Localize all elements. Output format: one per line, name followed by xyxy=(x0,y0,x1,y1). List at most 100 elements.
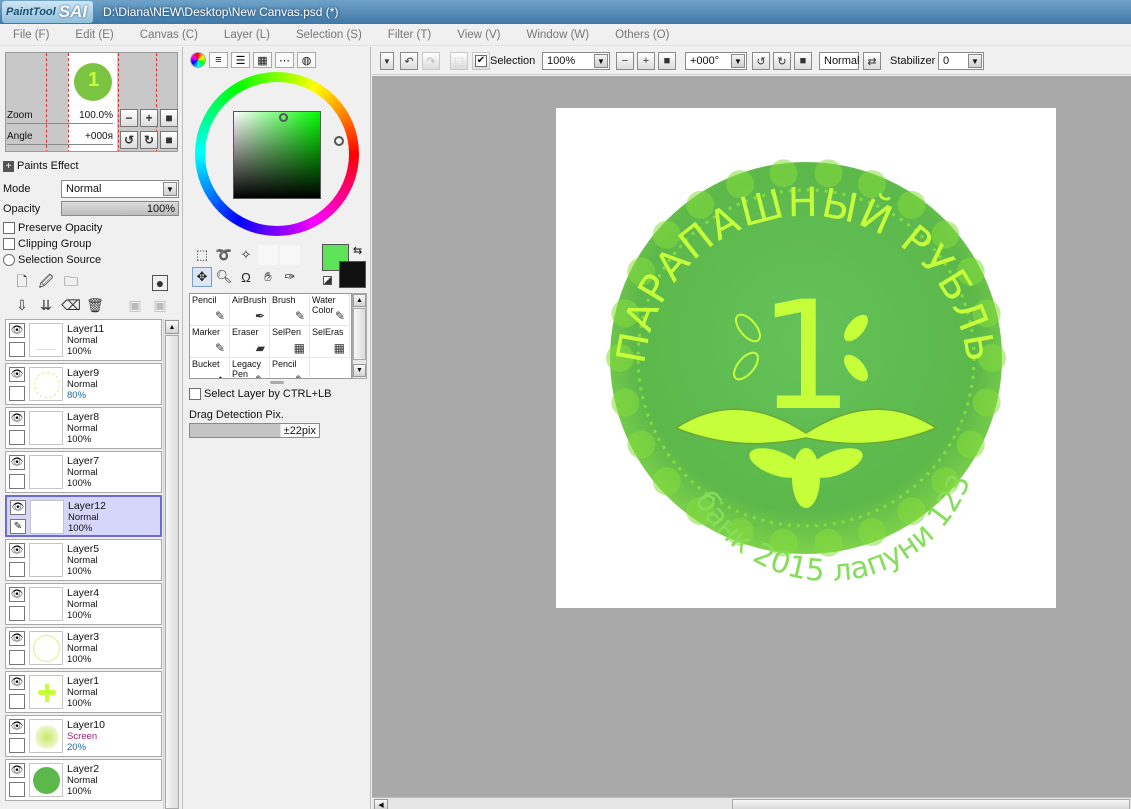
brush-slot[interactable]: Bucket ◆ xyxy=(190,358,230,378)
rotate-left-button[interactable]: ↺ xyxy=(120,131,138,149)
layer-list-scrollbar[interactable]: ▲ xyxy=(163,319,179,809)
zoom-reset-button[interactable]: ■ xyxy=(160,109,178,127)
brush-slot[interactable]: Eraser ▰ xyxy=(230,326,270,358)
layer-row[interactable]: 👁︎ Layer7 Normal 100% xyxy=(5,451,162,493)
scroll-thumb[interactable] xyxy=(732,799,1130,809)
panel-resize-grip[interactable] xyxy=(270,381,284,384)
rgb-slider-tab-icon[interactable]: ≡ xyxy=(209,52,228,68)
brush-slot[interactable]: Pencil ✎ xyxy=(190,294,230,326)
swap-colors-icon[interactable]: ⇆ xyxy=(353,244,362,257)
canvas-area[interactable]: ПАРАПАШНЫЙ РУБЛЬ 1 банк 2015 лапуни 123 xyxy=(372,76,1131,797)
menu-item-layer[interactable]: Layer (L) xyxy=(211,29,283,41)
layer-row[interactable]: 👁︎ Layer5 Normal 100% xyxy=(5,539,162,581)
opacity-slider[interactable]: 100% xyxy=(61,201,179,216)
lock-checkbox[interactable] xyxy=(9,694,25,709)
background-color-swatch[interactable] xyxy=(339,261,366,288)
zoom-slider[interactable]: Zoom 100.0% xyxy=(7,110,113,124)
swatches-tab-icon[interactable]: ▦ xyxy=(253,52,272,68)
clipping-group-row[interactable]: Clipping Group xyxy=(3,238,91,250)
transfer-down-icon[interactable]: ⇩ xyxy=(14,297,30,313)
preserve-opacity-row[interactable]: Preserve Opacity xyxy=(3,222,102,234)
hand-icon[interactable]: ✋︎ xyxy=(258,267,278,287)
angle-select[interactable]: +000° ▼ xyxy=(685,52,747,70)
brush-slot[interactable]: Brush ✎ xyxy=(270,294,310,326)
lock-checkbox[interactable] xyxy=(9,430,25,445)
selection-checkbox[interactable]: ✔ xyxy=(475,55,487,67)
lock-checkbox[interactable] xyxy=(9,738,25,753)
move-icon[interactable]: ✥ xyxy=(192,267,212,287)
rotate-reset-icon[interactable]: ■ xyxy=(794,52,812,70)
brush-slot[interactable]: SelPen ▦ xyxy=(270,326,310,358)
selection-source-radio[interactable] xyxy=(3,254,15,266)
menu-item-view[interactable]: View (V) xyxy=(444,29,513,41)
clear-layer-icon[interactable]: ⌫ xyxy=(61,297,81,313)
zoom-in-icon[interactable]: + xyxy=(637,52,655,70)
stabilizer-select[interactable]: 0 ▼ xyxy=(938,52,984,70)
zoom-out-button[interactable]: − xyxy=(120,109,138,127)
reset-colors-icon[interactable] xyxy=(323,276,332,285)
scroll-left-icon[interactable]: ◀ xyxy=(374,799,388,809)
layer-row[interactable]: 👁︎ Layer1 Normal 100% xyxy=(5,671,162,713)
eye-icon[interactable]: 👁︎ xyxy=(9,587,25,602)
eye-icon[interactable]: 👁︎ xyxy=(10,500,26,515)
brush-grid-scrollbar[interactable]: ▲ ▼ xyxy=(352,293,367,379)
rect-select-icon[interactable]: ⬚ xyxy=(192,245,212,265)
eye-icon[interactable]: 👁︎ xyxy=(9,367,25,382)
saturation-value-square[interactable] xyxy=(233,111,321,199)
undo-icon[interactable]: ↶ xyxy=(400,52,418,70)
zoom-in-button[interactable]: + xyxy=(140,109,158,127)
magic-wand-icon[interactable]: ✧ xyxy=(236,245,256,265)
menu-item-edit[interactable]: Edit (E) xyxy=(62,29,126,41)
layer-row[interactable]: 👁︎ Layer11 Normal 100% xyxy=(5,319,162,361)
hue-marker[interactable] xyxy=(334,136,344,146)
scroll-down-icon[interactable]: ▼ xyxy=(353,364,366,377)
rotate-right-button[interactable]: ↻ xyxy=(140,131,158,149)
clipping-group-checkbox[interactable] xyxy=(3,238,15,250)
zoom-out-icon[interactable]: − xyxy=(616,52,634,70)
angle-slider[interactable]: Angle +000я xyxy=(7,131,113,145)
eye-icon[interactable]: 👁︎ xyxy=(9,763,25,778)
scratchpad-tab-icon[interactable]: ◍ xyxy=(297,52,316,68)
lock-checkbox[interactable] xyxy=(9,562,25,577)
flip-horizontal-icon[interactable]: ⇄ xyxy=(863,52,881,70)
rotate-reset-button[interactable]: ■ xyxy=(160,131,178,149)
menu-item-file[interactable]: File (F) xyxy=(0,29,62,41)
layer-row[interactable]: 👁︎ Layer2 Normal 100% xyxy=(5,759,162,801)
scroll-thumb[interactable] xyxy=(353,308,366,360)
sv-marker[interactable] xyxy=(279,113,288,122)
layer-row[interactable]: 👁︎ Layer8 Normal 100% xyxy=(5,407,162,449)
layer-row[interactable]: 👁︎ Layer9 Normal 80% xyxy=(5,363,162,405)
canvas-page[interactable]: ПАРАПАШНЫЙ РУБЛЬ 1 банк 2015 лапуни 123 xyxy=(556,108,1056,608)
layer-mask-icon[interactable]: ● xyxy=(152,275,168,291)
zoom-reset-icon[interactable]: ■ xyxy=(658,52,676,70)
lock-checkbox[interactable] xyxy=(9,474,25,489)
layer-row[interactable]: 👁︎ Layer3 Normal 100% xyxy=(5,627,162,669)
select-layer-checkbox[interactable] xyxy=(189,388,201,400)
drag-detection-slider[interactable]: ±22pix xyxy=(189,423,320,438)
brush-slot[interactable]: SelEras ▦ xyxy=(310,326,350,358)
merge-down-icon[interactable]: ⇊ xyxy=(38,297,54,313)
paints-effect-header[interactable]: + Paints Effect xyxy=(3,160,79,172)
brush-slot[interactable]: Water Color ✎ xyxy=(310,294,350,326)
zoom-icon[interactable]: 🔍︎ xyxy=(214,267,234,287)
new-folder-icon[interactable]: 🗀 xyxy=(63,273,79,291)
rotate-cw-icon[interactable]: ↻ xyxy=(773,52,791,70)
rotate-ccw-icon[interactable]: ↺ xyxy=(752,52,770,70)
eyedropper-icon[interactable]: ✑ xyxy=(280,267,300,287)
lock-checkbox[interactable] xyxy=(9,650,25,665)
eye-icon[interactable]: 👁︎ xyxy=(9,631,25,646)
layer-row[interactable]: 👁︎ Layer10 Screen 20% xyxy=(5,715,162,757)
hsv-slider-tab-icon[interactable]: ☰ xyxy=(231,52,250,68)
lock-checkbox[interactable] xyxy=(9,386,25,401)
selection-toggle[interactable]: ✔ Selection xyxy=(475,55,535,67)
palette-tab-icon[interactable]: ⋯ xyxy=(275,52,294,68)
eye-icon[interactable]: 👁︎ xyxy=(9,323,25,338)
layer-row[interactable]: 👁︎ Layer4 Normal 100% xyxy=(5,583,162,625)
scroll-up-icon[interactable]: ▲ xyxy=(353,294,366,307)
canvas-horizontal-scrollbar[interactable]: ◀ xyxy=(372,797,1131,809)
menu-item-others[interactable]: Others (O) xyxy=(602,29,682,41)
select-layer-row[interactable]: Select Layer by CTRL+LB xyxy=(189,388,331,400)
eye-icon[interactable]: 👁︎ xyxy=(9,455,25,470)
brush-slot[interactable]: Pencil ✎ xyxy=(270,358,310,378)
toolbar-menu-icon[interactable]: ▼ xyxy=(380,52,394,70)
